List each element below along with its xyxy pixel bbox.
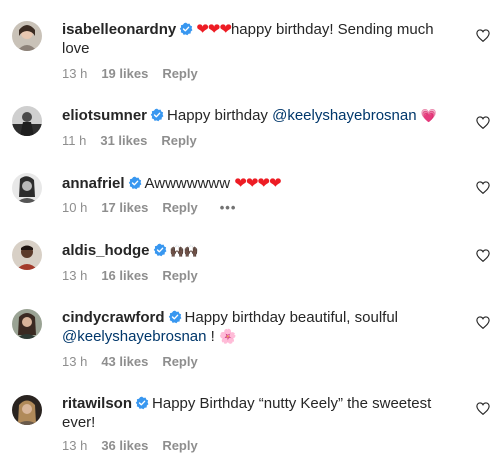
avatar[interactable]: [12, 309, 42, 339]
comment-username[interactable]: eliotsumner: [62, 107, 147, 124]
avatar[interactable]: [12, 21, 42, 51]
comment-username[interactable]: ritawilson: [62, 395, 132, 412]
comment-time: 13 h: [62, 66, 88, 81]
reply-button[interactable]: Reply: [162, 200, 197, 215]
flower-emoji: 🌸: [219, 328, 237, 344]
comment-likes[interactable]: 36 likes: [101, 438, 148, 453]
comment-text: annafriel Awwwwwww ❤❤❤❤: [62, 174, 452, 193]
pink-heart-emoji: 💗: [420, 108, 437, 123]
comment-meta: 13 h 36 likes Reply: [62, 438, 212, 453]
comment-username[interactable]: aldis_hodge: [62, 242, 150, 259]
comment-likes[interactable]: 31 likes: [100, 133, 147, 148]
comment-body: Awwwwwww: [144, 175, 235, 192]
comment-likes[interactable]: 43 likes: [101, 354, 148, 369]
comment-likes[interactable]: 19 likes: [101, 66, 148, 81]
comment-text: isabelleonardny ❤❤❤happy birthday! Sendin…: [62, 20, 452, 58]
comment-meta: 13 h 16 likes Reply: [62, 268, 212, 283]
verified-badge-icon: [128, 176, 142, 190]
comment-body: Happy birthday: [167, 107, 273, 124]
comment-body: Happy birthday beautiful, soulful: [184, 309, 398, 326]
comment-meta: 10 h 17 likes Reply •••: [62, 200, 250, 215]
comment-time: 10 h: [62, 200, 88, 215]
verified-badge-icon: [153, 243, 167, 257]
verified-badge-icon: [179, 22, 193, 36]
heart-outline-icon[interactable]: [476, 116, 490, 129]
comment-likes[interactable]: 17 likes: [101, 200, 148, 215]
comment-time: 13 h: [62, 354, 88, 369]
heart-outline-icon[interactable]: [476, 249, 490, 262]
heart-outline-icon[interactable]: [476, 402, 490, 415]
heart-emoji: ❤❤❤❤: [234, 175, 281, 192]
heart-emoji: ❤❤❤: [196, 21, 232, 38]
more-options-icon[interactable]: •••: [220, 200, 237, 215]
comment-likes[interactable]: 16 likes: [101, 268, 148, 283]
mention-link[interactable]: @keelyshayebrosnan: [272, 107, 416, 124]
comment-username[interactable]: cindycrawford: [62, 309, 165, 326]
comment-username[interactable]: annafriel: [62, 175, 125, 192]
comment-time: 13 h: [62, 438, 88, 453]
reply-button[interactable]: Reply: [161, 133, 196, 148]
heart-outline-icon[interactable]: [476, 29, 490, 42]
comment-time: 13 h: [62, 268, 88, 283]
avatar[interactable]: [12, 240, 42, 270]
reply-button[interactable]: Reply: [162, 66, 197, 81]
verified-badge-icon: [135, 396, 149, 410]
avatar[interactable]: [12, 106, 42, 136]
raised-hands-emoji: 🙌🏿🙌🏿: [169, 244, 199, 258]
comment-text: cindycrawford Happy birthday beautiful, s…: [62, 308, 452, 346]
comment-body-end: !: [206, 328, 219, 345]
comment-time: 11 h: [62, 133, 87, 148]
comment-text: aldis_hodge 🙌🏿🙌🏿: [62, 241, 452, 261]
reply-button[interactable]: Reply: [162, 268, 197, 283]
comment-text: eliotsumner Happy birthday @keelyshayebro…: [62, 106, 452, 125]
comment-meta: 13 h 43 likes Reply: [62, 354, 212, 369]
comment-meta: 11 h 31 likes Reply: [62, 133, 211, 148]
mention-link[interactable]: @keelyshayebrosnan: [62, 328, 206, 345]
avatar[interactable]: [12, 173, 42, 203]
comment-meta: 13 h 19 likes Reply: [62, 66, 212, 81]
reply-button[interactable]: Reply: [162, 354, 197, 369]
comment-text: ritawilson Happy Birthday “nutty Keely” t…: [62, 394, 452, 432]
avatar[interactable]: [12, 395, 42, 425]
heart-outline-icon[interactable]: [476, 316, 490, 329]
reply-button[interactable]: Reply: [162, 438, 197, 453]
verified-badge-icon: [168, 310, 182, 324]
comment-username[interactable]: isabelleonardny: [62, 21, 176, 38]
heart-outline-icon[interactable]: [476, 181, 490, 194]
verified-badge-icon: [150, 108, 164, 122]
